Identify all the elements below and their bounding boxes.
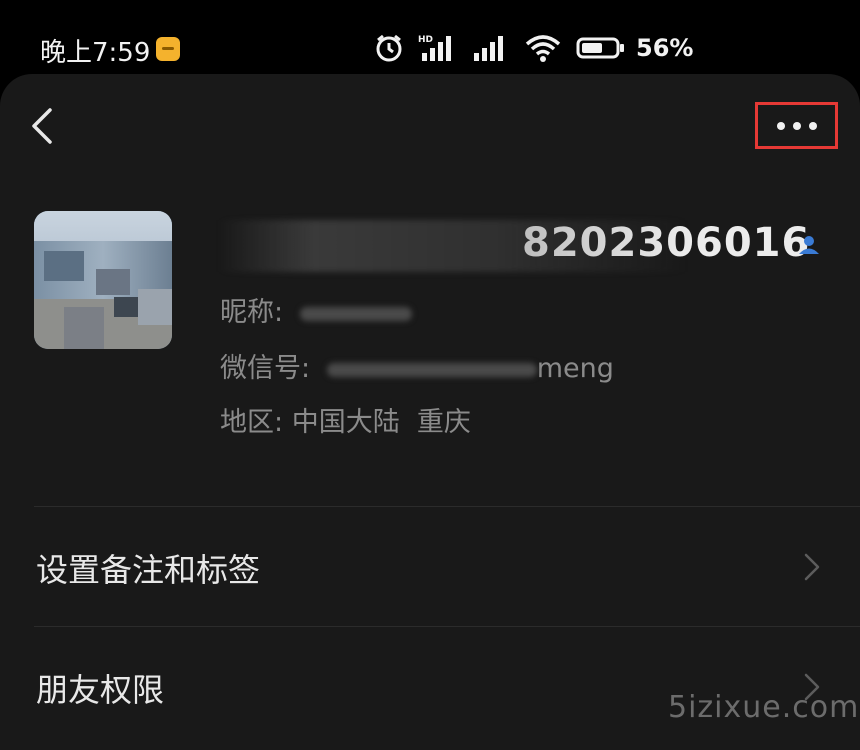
nickname-label: 昵称: [220, 297, 284, 328]
more-dots-icon [776, 121, 817, 130]
chevron-left-icon[interactable] [26, 104, 58, 148]
more-button[interactable] [755, 102, 838, 149]
status-time: 晚上7:59 [40, 38, 151, 68]
chevron-right-icon [804, 553, 820, 581]
friend-permissions-label: 朋友权限 [36, 671, 165, 709]
set-remark-tags-label: 设置备注和标签 [36, 551, 261, 589]
wechat-id-row: 微信号: meng [220, 346, 614, 385]
status-bar: 晚上7:59 HD 56% [0, 0, 860, 74]
name-redaction [218, 220, 688, 272]
wifi-icon [525, 35, 561, 62]
wechat-id-label: 微信号: [220, 353, 311, 384]
nickname-redaction [299, 306, 412, 321]
region-value: 中国大陆 重庆 [291, 407, 471, 438]
profile-sheet: 8202306016 昵称: 微信号: meng 地区: 中国大陆 重庆 设置备… [0, 74, 860, 750]
contact-person-icon [799, 236, 819, 254]
wechat-id-redaction [326, 362, 537, 377]
avatar[interactable] [34, 211, 172, 349]
alarm-icon [376, 34, 402, 62]
signal-icon [474, 36, 503, 61]
notification-icon [156, 37, 180, 61]
nickname-row: 昵称: [220, 290, 412, 329]
wechat-id-suffix: meng [536, 353, 614, 384]
friend-permissions-row[interactable]: 朋友权限 [0, 627, 860, 747]
set-remark-tags-row[interactable]: 设置备注和标签 [0, 507, 860, 627]
watermark: 5izixue.com [668, 690, 860, 725]
svg-text:HD: HD [418, 35, 433, 45]
battery-icon [576, 37, 624, 59]
system-icons: HD 56% [374, 30, 693, 66]
region-row: 地区: 中国大陆 重庆 [220, 400, 471, 439]
hd-signal-icon: HD [418, 35, 451, 61]
region-label: 地区: [220, 407, 284, 438]
battery-percent: 56% [636, 34, 694, 62]
